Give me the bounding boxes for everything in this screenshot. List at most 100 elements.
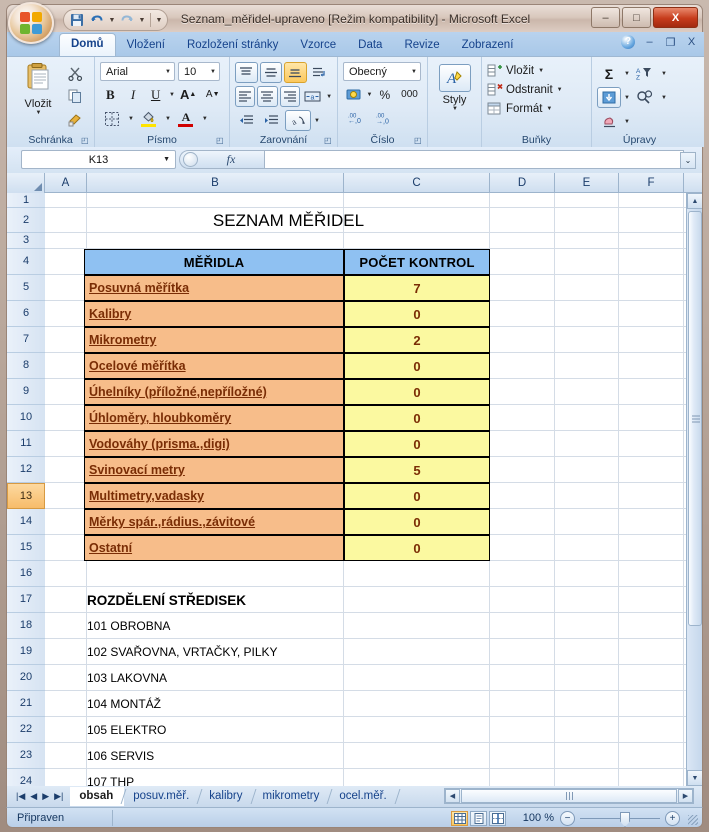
sheet-tab-kalibry[interactable]: kalibry [200, 787, 253, 806]
cell-pocet-kontrol-5[interactable]: 7 [344, 275, 490, 301]
currency-dropdown-icon[interactable]: ▼ [367, 92, 373, 98]
prev-sheet-icon[interactable]: ◀ [30, 791, 37, 802]
orientation-dropdown-icon[interactable]: ▼ [314, 118, 320, 124]
bold-button[interactable]: B [100, 84, 121, 105]
insert-cells-dropdown-icon[interactable]: ▼ [538, 68, 544, 74]
row-header-19[interactable]: 19 [7, 639, 45, 665]
cell-pocet-kontrol-6[interactable]: 0 [344, 301, 490, 327]
merge-dropdown-icon[interactable]: ▼ [326, 94, 332, 100]
font-size-combo[interactable]: 10 ▼ [178, 62, 220, 81]
tab-vzorce[interactable]: Vzorce [289, 35, 347, 56]
cell-stredisko-22[interactable]: 105 ELEKTRO [87, 717, 344, 743]
cell-stredisko-23[interactable]: 106 SERVIS [87, 743, 344, 769]
comma-style-button[interactable]: 000 [397, 84, 422, 105]
cell-stredisko-18[interactable]: 101 OBROBNA [87, 613, 344, 639]
row-header-10[interactable]: 10 [7, 405, 45, 431]
delete-cells-button[interactable]: Odstranit ▼ [487, 82, 586, 98]
delete-cells-dropdown-icon[interactable]: ▼ [557, 87, 563, 93]
zoom-track[interactable] [580, 812, 660, 827]
cell-stredisko-19[interactable]: 102 SVAŘOVNA, VRTAČKY, PILKY [87, 639, 344, 665]
font-name-combo[interactable]: Arial ▼ [100, 62, 175, 81]
row-header-18[interactable]: 18 [7, 613, 45, 639]
sheet-tab-mikrometry[interactable]: mikrometry [254, 787, 331, 806]
tab-vlozeni[interactable]: Vložení [116, 35, 176, 56]
customize-qat-icon[interactable]: ▼ [155, 17, 163, 24]
zoom-in-icon[interactable]: + [665, 811, 680, 826]
row-header-2[interactable]: 2 [7, 208, 45, 233]
number-format-dropdown-icon[interactable]: ▼ [411, 69, 417, 75]
redo-icon[interactable] [118, 12, 136, 29]
cell-section-rozdeleni-stredisek[interactable]: ROZDĚLENÍ STŘEDISEK [87, 587, 344, 613]
scroll-down-icon[interactable]: ▼ [687, 770, 702, 786]
increase-decimal-icon[interactable]: ←,0.00 [343, 108, 369, 129]
cell-meridlo-name-6[interactable]: Kalibry [84, 301, 344, 327]
number-format-combo[interactable]: Obecný ▼ [343, 62, 421, 81]
cell-meridlo-name-15[interactable]: Ostatní [84, 535, 344, 561]
close-button[interactable]: X [653, 7, 698, 28]
format-cells-button[interactable]: Formát ▼ [487, 101, 586, 117]
normal-view-icon[interactable] [451, 811, 468, 826]
page-break-view-icon[interactable] [489, 811, 506, 826]
vertical-scrollbar[interactable]: ▲ ▼ [686, 193, 702, 786]
cut-icon[interactable] [64, 63, 86, 83]
cell-stredisko-21[interactable]: 104 MONTÁŽ [87, 691, 344, 717]
tab-domu[interactable]: Domů [59, 33, 116, 56]
zoom-out-icon[interactable]: − [560, 811, 575, 826]
cell-meridlo-name-5[interactable]: Posuvná měřítka [84, 275, 344, 301]
cell-stredisko-24[interactable]: 107 THP [87, 769, 344, 786]
decrease-decimal-icon[interactable]: .00 →,0 [371, 108, 397, 129]
align-bottom-icon[interactable] [284, 62, 307, 83]
tab-rozlozeni-stranky[interactable]: Rozložení stránky [176, 35, 289, 56]
fill-down-icon[interactable] [597, 87, 621, 108]
cell-meridlo-name-14[interactable]: Měrky spár.,rádius.,závitové [84, 509, 344, 535]
cell-meridlo-name-10[interactable]: Úhloměry, hloubkoměry [84, 405, 344, 431]
sort-filter-dropdown-icon[interactable]: ▼ [661, 71, 667, 77]
column-header-d[interactable]: D [490, 173, 555, 193]
clear-icon[interactable] [597, 111, 621, 132]
row-header-12[interactable]: 12 [7, 457, 45, 483]
wrap-text-icon[interactable] [309, 62, 332, 83]
cell-meridlo-name-13[interactable]: Multimetry,vadasky [84, 483, 344, 509]
scroll-up-icon[interactable]: ▲ [687, 193, 702, 209]
zoom-handle[interactable] [620, 812, 630, 827]
fill-color-icon[interactable] [137, 108, 161, 129]
format-painter-icon[interactable] [64, 109, 86, 129]
row-header-14[interactable]: 14 [7, 509, 45, 535]
styles-icon[interactable]: A [438, 64, 471, 92]
cell-meridlo-name-12[interactable]: Svinovací metry [84, 457, 344, 483]
last-sheet-icon[interactable]: ▶| [54, 791, 63, 802]
name-box-dropdown-icon[interactable]: ▼ [163, 156, 170, 163]
row-header-17[interactable]: 17 [7, 587, 45, 613]
insert-function-icon[interactable]: fx [198, 152, 264, 167]
tab-revize[interactable]: Revize [393, 35, 450, 56]
grow-font-icon[interactable]: A ▲ [177, 84, 200, 105]
find-select-icon[interactable] [632, 87, 658, 108]
close-workbook-icon[interactable]: X [685, 36, 698, 48]
paste-icon[interactable] [23, 62, 53, 97]
restore-window-icon[interactable]: ❐ [664, 36, 677, 49]
scroll-left-icon[interactable]: ◀ [445, 789, 460, 803]
font-name-dropdown-icon[interactable]: ▼ [165, 69, 171, 75]
row-header-5[interactable]: 5 [7, 275, 45, 301]
column-header-c[interactable]: C [344, 173, 490, 193]
font-dialog-launcher[interactable]: ◰ [216, 136, 225, 145]
font-color-icon[interactable]: A [174, 108, 198, 129]
row-header-24[interactable]: 24 [7, 769, 45, 786]
autosum-dropdown-icon[interactable]: ▼ [624, 71, 630, 77]
alignment-dialog-launcher[interactable]: ◰ [324, 136, 333, 145]
name-box[interactable]: K13 ▼ [21, 150, 176, 169]
cell-meridlo-name-11[interactable]: Vodováhy (prisma.,digi) [84, 431, 344, 457]
cell-pocet-kontrol-11[interactable]: 0 [344, 431, 490, 457]
page-layout-view-icon[interactable] [470, 811, 487, 826]
undo-icon[interactable] [88, 12, 106, 29]
vertical-scroll-thumb[interactable] [688, 211, 702, 626]
fill-dropdown-icon[interactable]: ▼ [624, 95, 630, 101]
row-header-23[interactable]: 23 [7, 743, 45, 769]
scroll-right-icon[interactable]: ▶ [678, 789, 693, 803]
row-header-7[interactable]: 7 [7, 327, 45, 353]
minimize-ribbon-icon[interactable]: – [643, 36, 656, 48]
help-icon[interactable]: ? [621, 35, 635, 49]
save-icon[interactable] [68, 12, 86, 29]
paste-dropdown-icon[interactable]: ▼ [36, 110, 42, 116]
find-select-dropdown-icon[interactable]: ▼ [661, 95, 667, 101]
